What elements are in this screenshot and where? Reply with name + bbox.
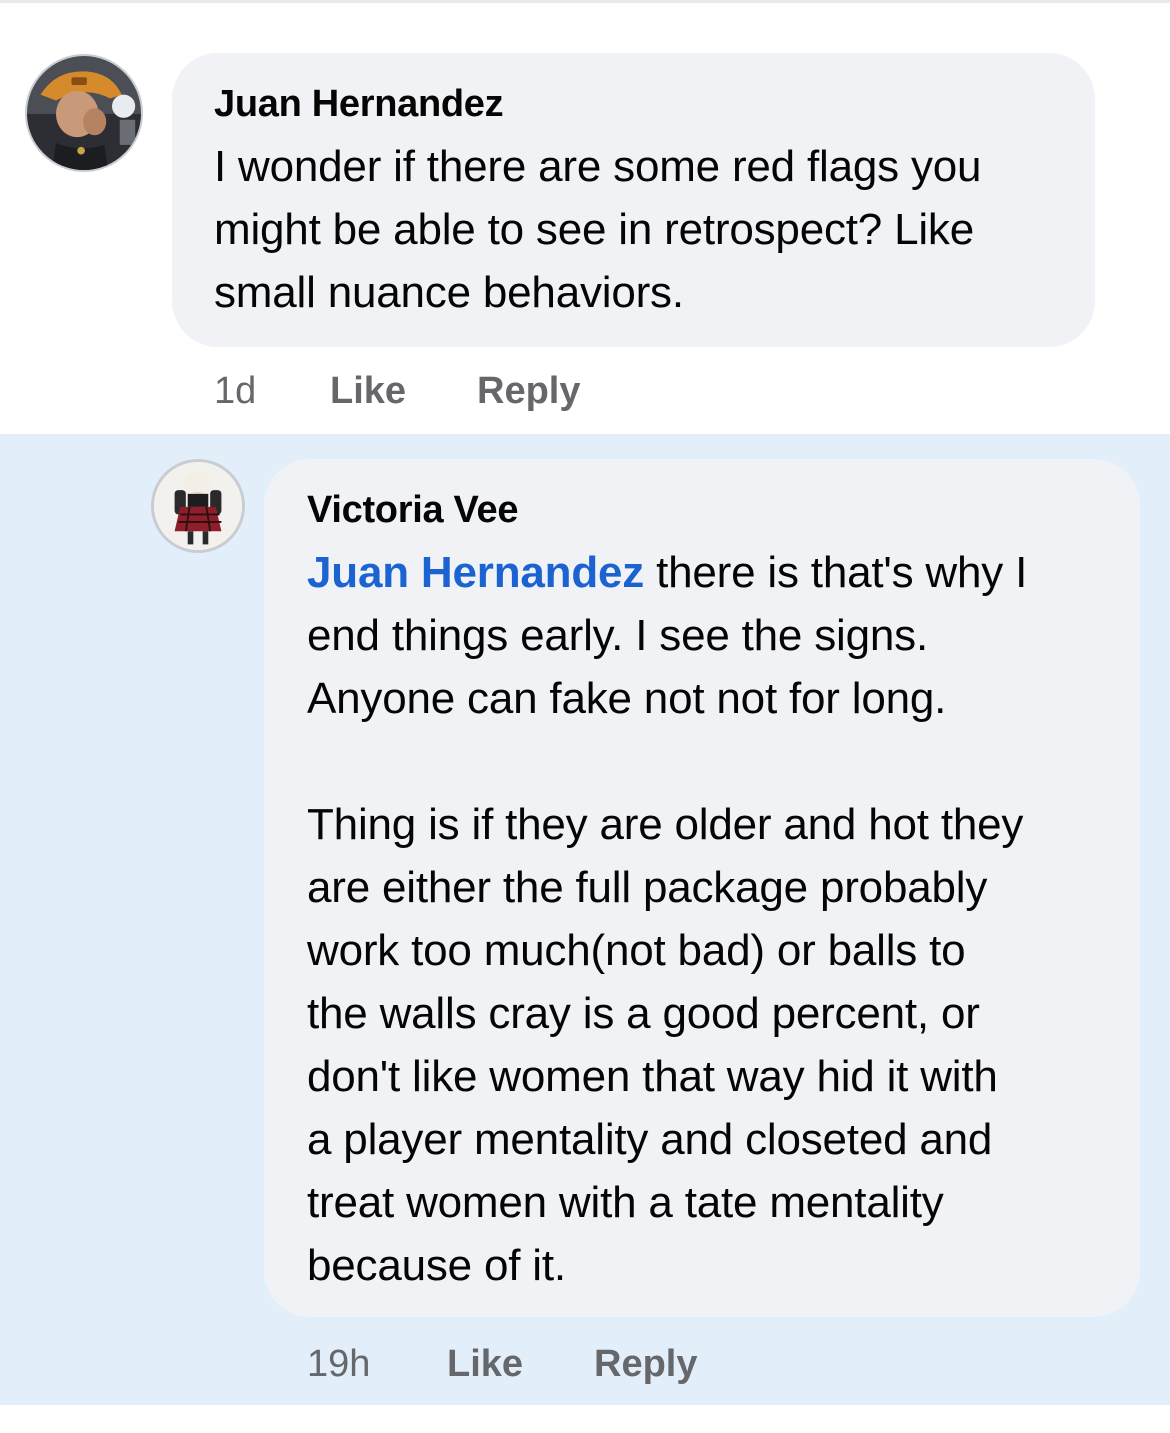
comment-text: I wonder if there are some red flags you… <box>214 142 982 317</box>
reply-text-first-line: there is that's why I <box>644 548 1028 597</box>
profile-photo-icon <box>27 56 141 170</box>
reply-like-button[interactable]: Like <box>447 1343 523 1386</box>
profile-photo-icon <box>154 462 242 550</box>
comment-reply-button[interactable]: Reply <box>477 370 580 413</box>
reply-reply-button[interactable]: Reply <box>594 1343 697 1386</box>
reply-timestamp[interactable]: 19h <box>307 1343 370 1386</box>
mention-link[interactable]: Juan Hernandez <box>307 548 644 597</box>
reply-text-body: end things early. I see the signs. Anyon… <box>307 611 1024 1290</box>
reply-actions: 19h Like Reply <box>307 1343 907 1393</box>
comment-timestamp[interactable]: 1d <box>214 370 256 413</box>
reply-author-name[interactable]: Victoria Vee <box>307 489 518 532</box>
comment-author-name[interactable]: Juan Hernandez <box>214 83 504 126</box>
avatar-victoria-vee[interactable] <box>151 459 245 553</box>
top-divider <box>0 0 1170 3</box>
comment-like-button[interactable]: Like <box>330 370 406 413</box>
bottom-spacer <box>0 1405 1170 1433</box>
comment-actions: 1d Like Reply <box>214 370 814 420</box>
reply-text: Juan Hernandez there is that's why I end… <box>307 541 1127 1297</box>
avatar-juan-hernandez[interactable] <box>25 54 143 172</box>
